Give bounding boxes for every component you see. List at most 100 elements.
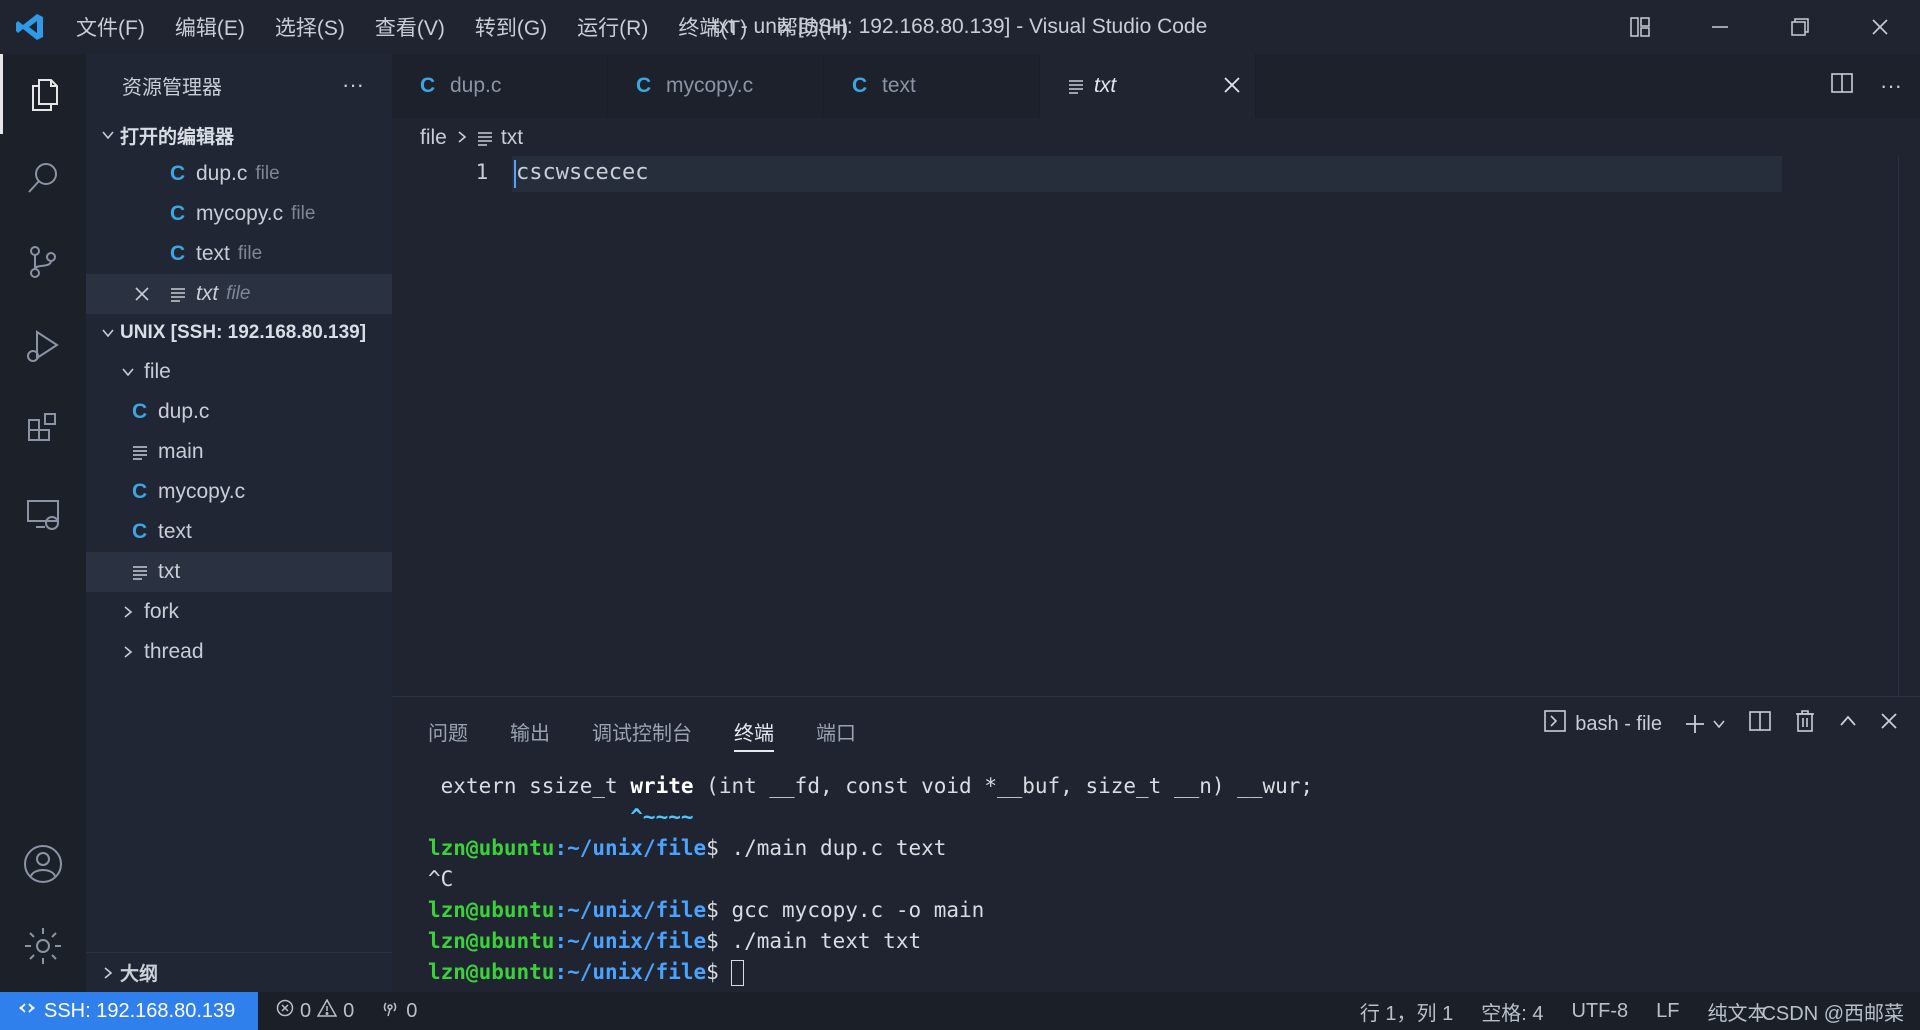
c-file-icon: C (852, 74, 868, 97)
terminal-line: lzn@ubuntu:~/unix/file$ gcc mycopy.c -o … (428, 898, 985, 922)
close-tab-icon[interactable] (1223, 76, 1241, 100)
run-debug-icon[interactable] (0, 306, 86, 386)
indentation[interactable]: 空格: 4 (1481, 997, 1543, 1026)
more-actions-icon[interactable]: ··· (1880, 73, 1902, 99)
open-editor-item-active[interactable]: txt file (86, 274, 392, 314)
current-line-highlight (512, 156, 1782, 192)
folder-thread[interactable]: thread (86, 632, 392, 672)
minimize-icon[interactable] (1680, 0, 1760, 54)
c-file-icon: C (170, 162, 186, 185)
text-file-icon (1068, 78, 1094, 94)
account-icon[interactable] (0, 824, 86, 904)
menu-run[interactable]: 运行(R) (577, 12, 648, 42)
language-mode[interactable]: 纯文本 (1707, 997, 1767, 1026)
menu-edit[interactable]: 编辑(E) (175, 12, 245, 42)
panel-tab-output[interactable]: 输出 (510, 717, 550, 752)
c-file-icon: C (132, 480, 148, 503)
file-tree-item[interactable]: C mycopy.c (86, 472, 392, 512)
terminal-select[interactable]: bash - file (1543, 709, 1662, 739)
new-terminal-icon[interactable] (1684, 713, 1726, 735)
end-of-line[interactable]: LF (1656, 1000, 1679, 1023)
close-window-icon[interactable] (1840, 0, 1920, 54)
editor-scrollbar[interactable] (1898, 156, 1920, 696)
error-icon (276, 999, 294, 1023)
remote-indicator[interactable]: SSH: 192.168.80.139 (0, 992, 258, 1030)
open-editor-item[interactable]: C mycopy.c file (86, 194, 392, 234)
encoding[interactable]: UTF-8 (1571, 1000, 1628, 1023)
chevron-right-icon (116, 600, 140, 624)
chevron-down-icon (116, 360, 140, 384)
activity-bar (0, 54, 86, 992)
watermark: CSDN @西邮菜 (1761, 1002, 1904, 1025)
chevron-down-icon (96, 123, 120, 147)
explorer-icon[interactable] (0, 54, 86, 134)
open-editors-section[interactable]: 打开的编辑器 (86, 116, 392, 154)
terminal-line: ^~~~~ (428, 805, 694, 829)
workspace-section[interactable]: UNIX [SSH: 192.168.80.139] (86, 314, 392, 352)
extensions-icon[interactable] (0, 390, 86, 470)
code-editor[interactable]: 1 cscwscecec (392, 156, 1920, 696)
open-editor-item[interactable]: C text file (86, 234, 392, 274)
status-bar: SSH: 192.168.80.139 0 0 0 行 1，列 1 空格: 4 … (0, 992, 1920, 1030)
close-panel-icon[interactable] (1880, 712, 1898, 736)
panel-tab-debug-console[interactable]: 调试控制台 (592, 717, 692, 752)
file-tree-item[interactable]: C dup.c (86, 392, 392, 432)
file-tree-item[interactable]: main (86, 432, 392, 472)
line-number: 1 (475, 160, 489, 184)
outline-section[interactable]: 大纲 (86, 952, 392, 992)
close-icon[interactable] (134, 286, 170, 302)
terminal-line: lzn@ubuntu:~/unix/file$ ./main text txt (428, 929, 922, 953)
problems-indicator[interactable]: 0 0 (276, 998, 354, 1023)
panel-tab-problems[interactable]: 问题 (428, 717, 468, 752)
explorer-sidebar: 资源管理器 ··· 打开的编辑器 C dup.c file C mycopy.c… (86, 54, 392, 992)
search-icon[interactable] (0, 138, 86, 218)
ports-indicator[interactable]: 0 (380, 999, 417, 1023)
more-actions-icon[interactable]: ··· (342, 72, 364, 98)
menu-help[interactable]: 帮助(H) (777, 12, 848, 42)
text-file-icon (477, 130, 493, 146)
trash-icon[interactable] (1794, 709, 1816, 739)
file-tree-item[interactable]: C text (86, 512, 392, 552)
menu-file[interactable]: 文件(F) (76, 12, 145, 42)
chevron-right-icon (96, 961, 120, 985)
terminal-output[interactable]: extern ssize_t write (int __fd, const vo… (428, 771, 1313, 988)
c-file-icon: C (636, 74, 652, 97)
layout-icon[interactable] (1600, 0, 1680, 54)
code-line[interactable]: cscwscecec (516, 160, 648, 185)
file-tree-item-selected[interactable]: txt (86, 552, 392, 592)
breadcrumb-file[interactable]: txt (501, 126, 523, 150)
menu-view[interactable]: 查看(V) (375, 12, 445, 42)
menu-go[interactable]: 转到(G) (475, 12, 547, 42)
folder-file[interactable]: file (86, 352, 392, 392)
maximize-panel-icon[interactable] (1838, 711, 1858, 737)
panel-tab-ports[interactable]: 端口 (816, 717, 856, 752)
text-file-icon (132, 564, 158, 580)
editor-tabs: C dup.c C mycopy.c C text txt ··· (392, 54, 1920, 118)
tab-txt[interactable]: txt (1040, 54, 1256, 118)
open-editor-item[interactable]: C dup.c file (86, 154, 392, 194)
breadcrumb: file txt (420, 120, 523, 156)
restore-icon[interactable] (1760, 0, 1840, 54)
broadcast-icon (380, 999, 400, 1023)
menu-selection[interactable]: 选择(S) (275, 12, 345, 42)
split-terminal-icon[interactable] (1748, 709, 1772, 739)
terminal-icon (1543, 709, 1567, 739)
terminal-cursor (731, 960, 745, 986)
menu-terminal[interactable]: 终端(T) (678, 12, 747, 42)
gear-icon[interactable] (0, 906, 86, 986)
c-file-icon: C (170, 202, 186, 225)
remote-explorer-icon[interactable] (0, 474, 86, 554)
split-editor-icon[interactable] (1830, 71, 1854, 101)
breadcrumb-folder[interactable]: file (420, 126, 447, 150)
source-control-icon[interactable] (0, 222, 86, 302)
chevron-right-icon (455, 126, 469, 150)
tab-dup-c[interactable]: C dup.c (392, 54, 608, 118)
terminal-line: lzn@ubuntu:~/unix/file$ ./main dup.c tex… (428, 836, 947, 860)
tab-text[interactable]: C text (824, 54, 1040, 118)
folder-fork[interactable]: fork (86, 592, 392, 632)
chevron-right-icon (116, 640, 140, 664)
cursor-position[interactable]: 行 1，列 1 (1360, 997, 1453, 1026)
tab-mycopy-c[interactable]: C mycopy.c (608, 54, 824, 118)
c-file-icon: C (132, 400, 148, 423)
panel-tab-terminal[interactable]: 终端 (734, 717, 774, 752)
